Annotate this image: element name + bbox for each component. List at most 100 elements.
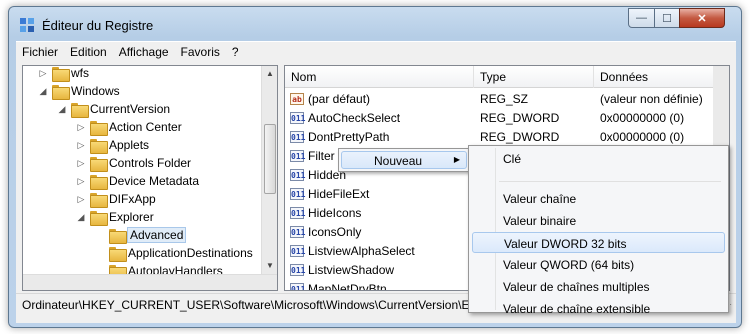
tree-node-label: Action Center <box>109 120 182 134</box>
folder-icon <box>90 174 108 190</box>
submenu-item[interactable]: Valeur de chaînes multiples <box>472 276 725 297</box>
tree-node[interactable]: ▷ Applets <box>75 136 149 154</box>
list-header: Nom Type Données <box>285 66 715 88</box>
value-type: REG_SZ <box>480 91 529 106</box>
binary-value-icon: 011 <box>290 244 306 257</box>
binary-value-icon: 011 <box>290 263 306 276</box>
registry-app-icon <box>20 18 34 32</box>
tree-node[interactable]: ◢ Explorer <box>75 208 154 226</box>
submenu-item[interactable]: Valeur DWORD 32 bits <box>472 232 725 253</box>
submenu-item-label: Valeur de chaîne extensible <box>503 302 651 316</box>
tree-horizontal-scrollbar[interactable] <box>23 274 277 290</box>
submenu-item-label: Valeur de chaînes multiples <box>503 280 650 294</box>
value-name: DontPrettyPath <box>308 129 390 144</box>
submenu-item[interactable]: Valeur QWORD (64 bits) <box>472 254 725 275</box>
folder-icon <box>109 228 127 244</box>
tree-node-label: CurrentVersion <box>90 102 171 116</box>
tree-node[interactable]: ▷ DIFxApp <box>75 190 156 208</box>
tree-node[interactable]: ◢ CurrentVersion <box>56 100 170 118</box>
context-menu-item-label: Nouveau <box>374 154 423 168</box>
value-type: REG_DWORD <box>480 110 560 125</box>
scroll-up-icon[interactable]: ▲ <box>262 66 277 82</box>
scroll-down-icon[interactable]: ▼ <box>262 258 277 274</box>
expand-arrow-icon[interactable]: ▷ <box>75 122 87 133</box>
submenu-item[interactable]: Valeur binaire <box>472 210 725 231</box>
submenu-item[interactable]: Valeur chaîne <box>472 188 725 209</box>
value-name: IconsOnly <box>308 224 362 239</box>
binary-value-icon: 011 <box>290 130 306 143</box>
value-data: (valeur non définie) <box>600 91 703 106</box>
folder-icon <box>109 246 127 262</box>
value-row[interactable]: ab (par défaut) REG_SZ (valeur non définie) <box>285 89 715 108</box>
value-name: ListviewAlphaSelect <box>308 243 415 258</box>
menu-affichage[interactable]: Affichage <box>113 45 175 59</box>
tree-node-label: Advanced <box>126 227 187 243</box>
tree-node-label: wfs <box>71 66 89 80</box>
value-name: (par défaut) <box>308 91 371 106</box>
value-name: AutoCheckSelect <box>308 110 401 125</box>
folder-icon <box>52 66 70 82</box>
tree-node-label: Explorer <box>109 210 154 224</box>
folder-icon <box>90 138 108 154</box>
minimize-button[interactable]: — <box>628 8 655 28</box>
context-menu-item-nouveau[interactable]: Nouveau ▶ <box>341 151 467 169</box>
value-name: HideFileExt <box>308 186 370 201</box>
submenu-item[interactable]: Clé <box>472 148 725 169</box>
expand-arrow-icon[interactable]: ▷ <box>75 140 87 151</box>
binary-value-icon: 011 <box>290 282 305 290</box>
binary-value-icon: 011 <box>290 111 306 124</box>
menu-favoris[interactable]: Favoris <box>175 45 226 59</box>
context-menu: Nouveau ▶ <box>338 148 470 172</box>
binary-value-icon: 011 <box>290 168 306 181</box>
tree-node[interactable]: ▷ Controls Folder <box>75 154 191 172</box>
expand-arrow-icon[interactable]: ▷ <box>75 194 87 205</box>
tree-node-label: Device Metadata <box>109 174 200 188</box>
submenu-item-label: Valeur QWORD (64 bits) <box>503 258 635 272</box>
value-name: MapNetDrvBtn <box>308 281 387 291</box>
expand-arrow-icon[interactable]: ▷ <box>75 176 87 187</box>
close-button[interactable]: ✕ <box>679 8 725 28</box>
tree-node[interactable]: ApplicationDestinations <box>94 244 253 262</box>
menu-edition[interactable]: Edition <box>64 45 113 59</box>
title-bar[interactable]: Éditeur du Registre — ☐ ✕ <box>9 7 741 37</box>
tree-node[interactable]: ▷ Device Metadata <box>75 172 199 190</box>
expand-arrow-icon[interactable]: ▷ <box>75 158 87 169</box>
submenu-item-label: Valeur DWORD 32 bits <box>504 237 627 251</box>
tree-node-label: Controls Folder <box>109 156 192 170</box>
value-row[interactable]: 011 AutoCheckSelect REG_DWORD 0x00000000 (0… <box>285 108 715 127</box>
submenu-item-label: Valeur binaire <box>503 214 577 228</box>
tree-node[interactable]: ▷ wfs <box>37 66 89 82</box>
value-row[interactable]: 011 DontPrettyPath REG_DWORD 0x00000000 (0) <box>285 127 715 146</box>
tree-node[interactable]: Advanced <box>94 226 187 244</box>
value-data: 0x00000000 (0) <box>600 110 685 125</box>
value-type: REG_DWORD <box>480 129 560 144</box>
value-name: HideIcons <box>308 205 362 220</box>
window-title: Éditeur du Registre <box>42 18 154 33</box>
expand-arrow-icon[interactable]: ◢ <box>56 104 68 115</box>
expand-arrow-icon[interactable]: ◢ <box>37 86 49 97</box>
menu-fichier[interactable]: Fichier <box>16 45 64 59</box>
folder-icon <box>90 192 108 208</box>
tree-node-label: Windows <box>71 84 120 98</box>
menu-separator <box>499 181 721 182</box>
submenu-item-label: Clé <box>503 152 522 166</box>
string-value-icon: ab <box>290 92 304 105</box>
tree-node-label: DIFxApp <box>109 192 156 206</box>
tree-node-label: ApplicationDestinations <box>128 246 253 260</box>
tree-node[interactable]: ▷ Action Center <box>75 118 182 136</box>
tree-vertical-scrollbar[interactable]: ▲ ▼ <box>261 66 277 290</box>
expand-arrow-icon[interactable]: ▷ <box>37 68 49 79</box>
column-header-nom[interactable]: Nom <box>285 66 474 88</box>
binary-value-icon: 011 <box>290 149 306 162</box>
expand-arrow-icon[interactable]: ◢ <box>75 212 87 223</box>
folder-icon <box>90 210 108 226</box>
column-header-type[interactable]: Type <box>474 66 594 88</box>
column-header-donnees[interactable]: Données <box>594 66 715 88</box>
tree-node[interactable]: ◢ Windows <box>37 82 120 100</box>
value-name: ListviewShadow <box>308 262 395 277</box>
tree-scroll-thumb[interactable] <box>264 124 276 194</box>
menu-help[interactable]: ? <box>226 45 245 59</box>
submenu-item[interactable]: Valeur de chaîne extensible <box>472 298 725 319</box>
maximize-button[interactable]: ☐ <box>654 8 680 28</box>
binary-value-icon: 011 <box>290 187 306 200</box>
